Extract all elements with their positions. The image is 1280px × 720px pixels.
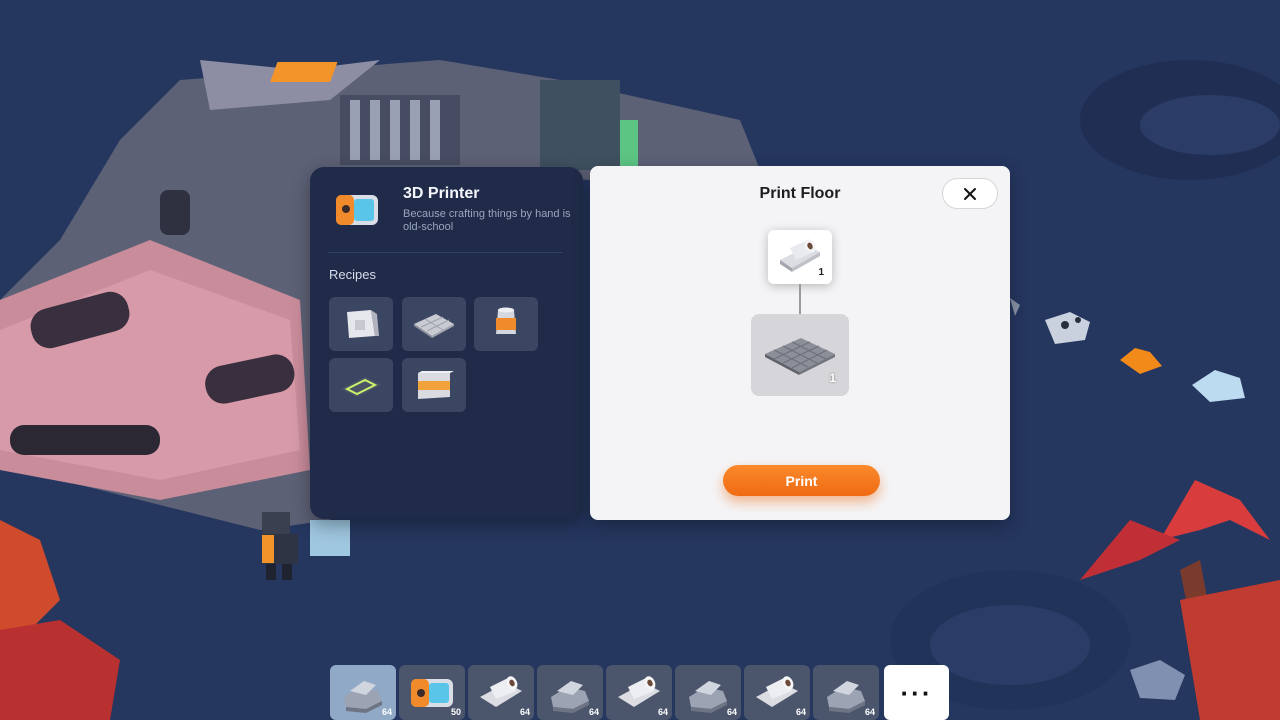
recipe-floor-tile[interactable] [402,297,466,351]
slot-count: 64 [519,707,530,717]
wall-panel-icon [347,310,379,338]
hotbar-slot[interactable]: 64 [468,665,534,720]
slot-count: 64 [588,707,599,717]
printer-title: 3D Printer [403,185,480,202]
hotbar-slot[interactable]: 64 [813,665,879,720]
hotbar-slot[interactable]: 50 [399,665,465,720]
recipe-canister[interactable] [474,297,538,351]
result-count: 1 [829,371,836,385]
printer-panel: 3D Printer Because crafting things by ha… [310,167,583,519]
hotbar-slot[interactable]: 64 [675,665,741,720]
print-dialog: Print Floor 1 1 Print [590,166,1010,520]
slot-count: 64 [381,707,392,717]
hotbar-slot[interactable]: 64 [606,665,672,720]
divider [328,252,563,253]
printer-icon [336,195,378,225]
recipe-connector-line [799,284,801,314]
slot-count: 64 [864,707,875,717]
result-slot: 1 [751,314,849,396]
light-strip-icon [341,377,381,397]
ingredient-slot[interactable]: 1 [768,230,832,284]
close-icon [964,187,976,200]
hotbar-slot[interactable]: 64 [744,665,810,720]
hotbar-slot[interactable]: 64 [537,665,603,720]
recipe-striped-wall[interactable] [402,358,466,412]
slot-count: 64 [657,707,668,717]
print-button[interactable]: Print [723,465,880,496]
close-button[interactable] [942,178,998,209]
floor-tile-icon [414,314,454,338]
more-button[interactable]: ··· [884,665,949,720]
canister-icon [496,307,516,334]
slot-count: 64 [726,707,737,717]
slot-count: 50 [450,707,461,717]
slot-count: 64 [795,707,806,717]
recipe-wall-panel[interactable] [329,297,393,351]
hotbar-slot[interactable]: 64 [330,665,396,720]
striped-wall-icon [418,371,454,399]
recipe-light-strip[interactable] [329,358,393,412]
printer-description: Because crafting things by hand is old-s… [403,208,571,233]
ingredient-count: 1 [818,267,824,278]
recipes-label: Recipes [329,267,376,282]
